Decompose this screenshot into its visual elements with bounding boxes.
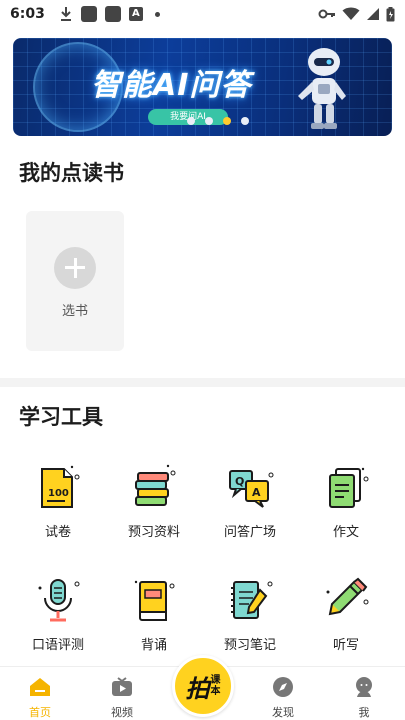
video-icon xyxy=(112,677,132,696)
books-stack-icon xyxy=(135,464,176,506)
section-divider xyxy=(0,378,405,387)
app-a-icon: A xyxy=(128,7,143,21)
snap-button-main-char: 拍 xyxy=(185,674,210,703)
nav-me[interactable]: 我 xyxy=(334,675,394,720)
nav-home-label: 首页 xyxy=(29,706,51,719)
snap-button-small-chars: 课 本 xyxy=(210,675,221,697)
system-icons xyxy=(318,6,395,22)
my-books-title: 我的点读书 xyxy=(19,161,124,185)
user-icon xyxy=(356,677,372,697)
recite-book-icon xyxy=(134,580,175,621)
banner-dot-active[interactable] xyxy=(223,117,231,125)
tool-qa-square[interactable]: Q A 问答广场 xyxy=(205,463,295,540)
tool-exam-label: 试卷 xyxy=(44,525,71,540)
wifi-icon xyxy=(342,7,360,20)
status-bar: 6:03 A xyxy=(0,0,405,28)
svg-text:Q: Q xyxy=(235,475,244,488)
svg-text:100: 100 xyxy=(48,488,69,499)
home-icon xyxy=(30,678,50,696)
compass-icon xyxy=(273,677,293,697)
bottom-navigation: 首页 视频 拍 课 本 发现 我 xyxy=(0,655,405,720)
banner-dot[interactable] xyxy=(187,117,195,125)
study-tools-title: 学习工具 xyxy=(19,405,103,429)
nav-video[interactable]: 视频 xyxy=(92,675,152,720)
tool-recite[interactable]: 背诵 xyxy=(109,576,199,653)
tool-preview-materials-label: 预习资料 xyxy=(127,525,180,540)
nav-video-label: 视频 xyxy=(111,706,133,719)
status-time: 6:03 xyxy=(10,6,45,22)
snap-textbook-button[interactable]: 拍 课 本 xyxy=(172,655,234,717)
snap-button-small-char-2: 本 xyxy=(210,686,221,697)
tool-oral-test-label: 口语评测 xyxy=(31,638,84,653)
tool-preview-notes[interactable]: 预习笔记 xyxy=(205,576,295,653)
plus-icon xyxy=(54,247,96,289)
more-notifications-dot-icon xyxy=(154,11,160,17)
banner-dot[interactable] xyxy=(205,117,213,125)
svg-text:A: A xyxy=(252,486,261,499)
tool-essay-label: 作文 xyxy=(332,525,359,540)
notification-icons: A xyxy=(59,6,160,22)
banner-pagination xyxy=(187,117,249,125)
app-notification-icon xyxy=(80,6,97,22)
tool-exam[interactable]: 100 试卷 xyxy=(13,463,103,540)
tool-preview-materials[interactable]: 预习资料 xyxy=(109,463,199,540)
tool-preview-notes-label: 预习笔记 xyxy=(223,638,276,653)
key-icon xyxy=(318,9,335,19)
nav-me-label: 我 xyxy=(358,706,370,719)
tool-qa-square-label: 问答广场 xyxy=(223,525,276,540)
banner-dot[interactable] xyxy=(241,117,249,125)
add-book-label: 选书 xyxy=(61,304,88,319)
banner-title: 智能AI问答 xyxy=(91,68,252,103)
download-icon xyxy=(60,7,71,21)
app-notification-icon xyxy=(104,6,121,22)
tool-recite-label: 背诵 xyxy=(140,638,167,653)
robot-icon xyxy=(298,48,346,129)
tool-oral-test[interactable]: 口语评测 xyxy=(13,576,103,653)
add-book-card[interactable]: 选书 xyxy=(26,211,124,351)
snap-button-small-char-1: 课 xyxy=(210,675,221,686)
notebook-pencil-icon xyxy=(231,581,273,619)
tool-essay[interactable]: 作文 xyxy=(301,463,391,540)
qa-bubbles-icon: Q A xyxy=(229,470,274,508)
nav-discover-label: 发现 xyxy=(272,706,294,719)
exam-paper-icon: 100 xyxy=(41,465,80,508)
tool-dictation[interactable]: 听写 xyxy=(301,576,391,653)
ai-qa-banner[interactable]: 智能AI问答 我要问AI xyxy=(13,38,392,136)
pencil-icon xyxy=(326,577,369,616)
tool-dictation-label: 听写 xyxy=(332,638,359,653)
nav-discover[interactable]: 发现 xyxy=(253,675,313,720)
signal-icon xyxy=(367,8,379,20)
essay-icon xyxy=(329,467,369,508)
battery-icon xyxy=(386,6,395,21)
microphone-icon xyxy=(38,579,80,622)
nav-home[interactable]: 首页 xyxy=(10,675,70,720)
